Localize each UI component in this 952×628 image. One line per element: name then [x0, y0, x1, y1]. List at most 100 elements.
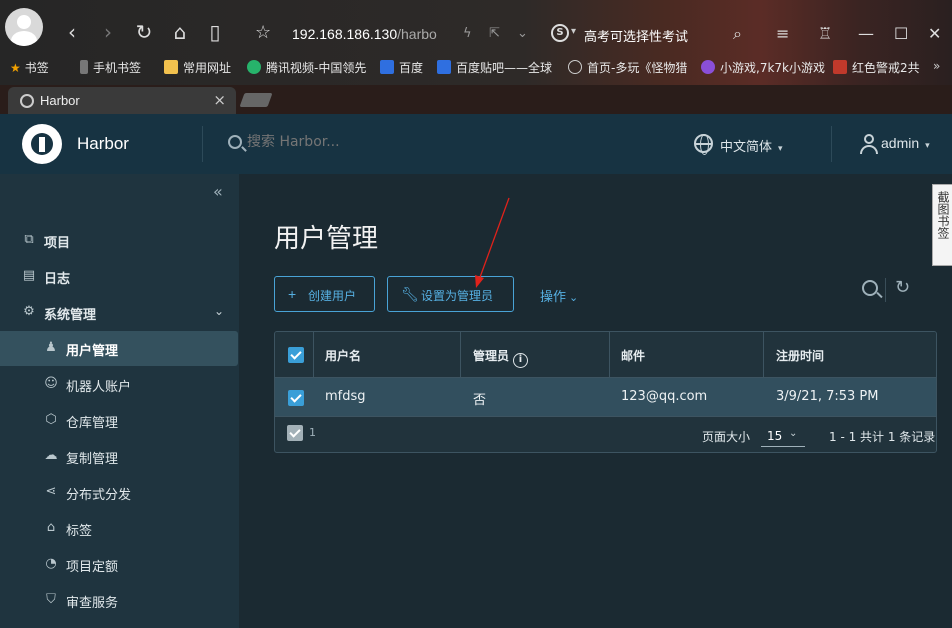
users-icon: ♟ — [45, 340, 57, 355]
tab-harbor[interactable]: Harbor × — [8, 87, 236, 114]
bookmark-star-icon[interactable]: ☆ — [255, 22, 271, 43]
bookmark-item[interactable]: 腾讯视频-中国领先 — [247, 59, 366, 76]
collapse-sidebar-icon[interactable]: « — [213, 182, 223, 201]
forward-icon[interactable]: › — [96, 20, 120, 44]
divider — [460, 332, 461, 378]
sidebar-item-registries[interactable]: ⬡ 仓库管理 — [0, 403, 238, 438]
sidebar-item-system-admin[interactable]: ⚙ 系统管理 ⌄ — [0, 295, 238, 330]
divider — [763, 332, 764, 378]
projects-icon: ⧉ — [24, 232, 34, 247]
home-icon[interactable]: ⌂ — [168, 20, 192, 44]
search-icon[interactable]: ⌕ — [733, 24, 742, 44]
close-tab-icon[interactable]: × — [213, 91, 226, 109]
app-header: Harbor 中文简体▾ admin▾ — [0, 114, 952, 174]
globe-icon — [568, 60, 582, 74]
sidebar-item-logs[interactable]: ▤ 日志 — [0, 259, 238, 294]
search-engine-icon[interactable]: S — [551, 24, 569, 42]
tencent-video-icon — [247, 60, 261, 74]
registry-icon: ⬡ — [45, 412, 57, 427]
sidebar: « ⧉ 项目 ▤ 日志 ⚙ 系统管理 ⌄ ♟ 用户管理 ☺ 机器人账户 ⬡ 仓库… — [0, 174, 239, 628]
selection-indicator-icon — [287, 425, 303, 441]
baidu-icon — [380, 60, 394, 74]
bookmark-item[interactable]: 百度 — [380, 59, 423, 76]
create-user-button[interactable]: + 创建用户 — [274, 276, 375, 312]
user-icon[interactable] — [860, 134, 878, 154]
admin-icon: ⚙ — [23, 304, 35, 319]
column-header-email[interactable]: 邮件 — [621, 347, 645, 364]
sidebar-item-user-management[interactable]: ♟ 用户管理 — [0, 331, 238, 366]
admin-cell: 否 — [473, 393, 487, 408]
game-icon — [833, 60, 847, 74]
main-content: 用户管理 + 创建用户 🔧︎ 设置为管理员 操作 ⌄ ↻ 用户名 管理员 i 邮件 … — [239, 174, 952, 628]
sidebar-item-replications[interactable]: ☁ 复制管理 — [0, 439, 238, 474]
sidebar-item-project-quotas[interactable]: ◔ 项目定额 — [0, 547, 238, 582]
sidebar-item-robot-accounts[interactable]: ☺ 机器人账户 — [0, 367, 238, 402]
page-title: 用户管理 — [274, 224, 379, 254]
brand-name[interactable]: Harbor — [77, 134, 129, 154]
table-row[interactable]: mfdsg 否 123@qq.com 3/9/21, 7:53 PM — [275, 378, 936, 416]
browser-toolbar: ‹ › ↻ ⌂ ▯ ☆ 192.168.186.130/harbo ϟ ⇱ ⌄ … — [0, 0, 952, 85]
minimize-icon[interactable]: — — [858, 24, 874, 43]
global-search-input[interactable] — [247, 134, 427, 150]
chevron-down-icon: ⌄ — [569, 291, 579, 304]
refresh-icon[interactable]: ↻ — [895, 277, 910, 298]
maximize-icon[interactable]: ☐ — [894, 24, 908, 43]
folder-icon — [164, 60, 178, 74]
profile-avatar[interactable] — [5, 8, 43, 46]
back-icon[interactable]: ‹ — [60, 20, 84, 44]
close-window-icon[interactable]: ✕ — [928, 24, 941, 43]
sidebar-item-projects[interactable]: ⧉ 项目 — [0, 223, 238, 258]
bookmarks-bar: ★ 书签 手机书签 常用网址 腾讯视频-中国领先 百度 百度贴吧——全球 首页-多… — [0, 56, 952, 80]
bookmark-item[interactable]: 小游戏,7k7k小游戏 — [701, 59, 825, 76]
screenshot-bookmark-widget[interactable]: 截图书签 — [932, 184, 952, 266]
actions-dropdown[interactable]: 操作 ⌄ — [540, 286, 578, 305]
menu-icon[interactable]: ≡ — [776, 24, 789, 43]
row-checkbox[interactable] — [288, 390, 304, 406]
harbor-favicon-icon — [20, 94, 34, 108]
bookmark-item[interactable]: 手机书签 — [80, 59, 141, 76]
skin-icon[interactable]: ♖ — [818, 24, 832, 43]
7k7k-icon — [701, 60, 715, 74]
language-selector[interactable]: 中文简体 ▾ — [720, 136, 783, 155]
bookmark-item[interactable]: ★ 书签 — [10, 59, 49, 76]
email-cell: 123@qq.com — [621, 389, 708, 404]
chevron-down-icon: ▾ — [925, 140, 930, 150]
sidebar-item-interrogation-services[interactable]: ⛉ 审查服务 — [0, 583, 238, 618]
globe-icon[interactable] — [694, 134, 713, 155]
page-size-select[interactable]: 15 ⌄ — [761, 425, 805, 447]
quota-icon: ◔ — [45, 556, 57, 571]
chevron-down-icon[interactable]: ▾ — [571, 26, 576, 37]
table-header: 用户名 管理员 i 邮件 注册时间 — [275, 332, 936, 378]
more-bookmarks-icon[interactable]: » — [933, 59, 940, 73]
info-icon[interactable]: i — [513, 353, 529, 368]
set-as-admin-button[interactable]: 🔧︎ 设置为管理员 — [387, 276, 514, 312]
share-icon[interactable]: ⇱ — [489, 26, 500, 41]
bookmark-item[interactable]: 红色警戒2共 — [833, 59, 920, 76]
bookmark-item[interactable]: 首页-多玩《怪物猎 — [568, 59, 687, 76]
phone-icon — [80, 60, 88, 74]
hot-search-text[interactable]: 高考可选择性考试 — [584, 26, 688, 45]
address-bar[interactable]: 192.168.186.130/harbo — [292, 26, 437, 42]
bookmark-item[interactable]: 百度贴吧——全球 — [437, 59, 552, 76]
column-header-admin[interactable]: 管理员 i — [473, 347, 529, 368]
user-menu[interactable]: admin ▾ — [881, 135, 930, 151]
flash-icon[interactable]: ϟ — [463, 26, 472, 41]
bookmark-item[interactable]: 常用网址 — [164, 59, 231, 76]
logs-icon: ▤ — [22, 268, 36, 283]
harbor-logo-icon[interactable] — [22, 124, 62, 164]
search-icon[interactable] — [862, 280, 878, 296]
dropdown-icon[interactable]: ⌄ — [517, 26, 528, 41]
sidebar-item-distributions[interactable]: ⋖ 分布式分发 — [0, 475, 238, 510]
reader-icon[interactable]: ▯ — [203, 20, 227, 44]
select-all-checkbox[interactable] — [288, 347, 304, 363]
column-header-registered[interactable]: 注册时间 — [776, 347, 824, 364]
baidu-icon — [437, 60, 451, 74]
reload-icon[interactable]: ↻ — [132, 20, 156, 44]
sidebar-item-labels[interactable]: ⌂ 标签 — [0, 511, 238, 546]
divider — [609, 332, 610, 378]
table-footer: 1 页面大小 15 ⌄ 1 - 1 共计 1 条记录 — [275, 416, 936, 452]
chevron-down-icon: ⌄ — [789, 428, 798, 439]
column-header-username[interactable]: 用户名 — [325, 347, 361, 364]
new-tab-button[interactable] — [239, 93, 273, 107]
page-size-label: 页面大小 — [702, 430, 751, 444]
